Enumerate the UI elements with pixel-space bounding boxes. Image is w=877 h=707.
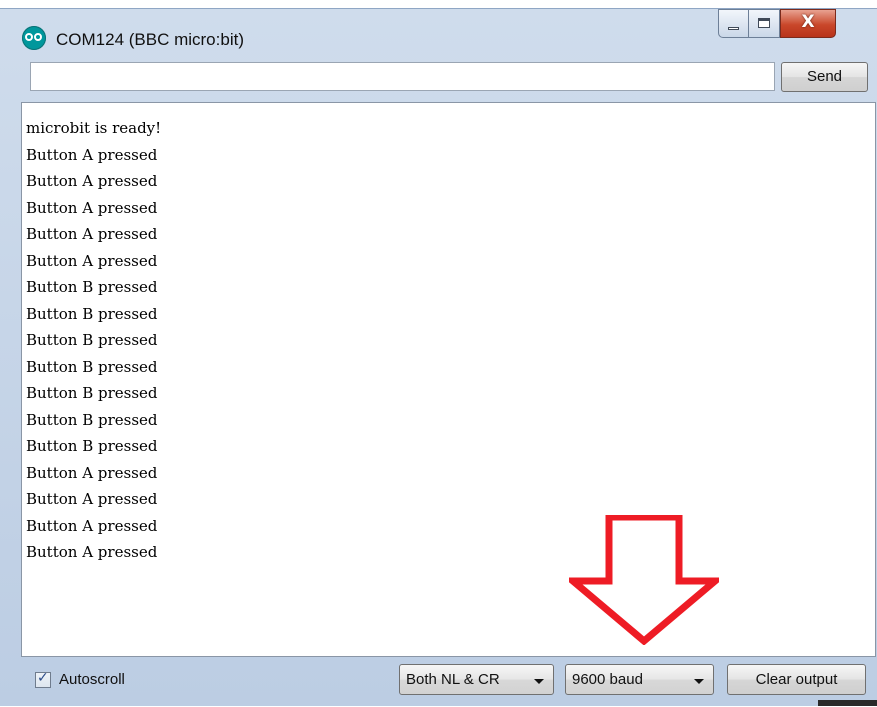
output-line: Button A pressed (26, 516, 158, 535)
close-button[interactable]: X (780, 9, 836, 38)
arduino-icon (22, 26, 46, 50)
minimize-icon (728, 27, 739, 30)
maximize-icon (758, 18, 770, 28)
output-line: Button B pressed (26, 304, 158, 323)
close-icon: X (801, 12, 815, 32)
send-input[interactable] (30, 62, 775, 91)
window-shadow (818, 700, 877, 706)
clear-output-button[interactable]: Clear output (727, 664, 866, 695)
output-line: Button B pressed (26, 331, 158, 349)
output-line: Button A pressed (26, 251, 158, 270)
window-title: COM124 (BBC micro:bit) (56, 30, 244, 49)
output-line: Button A pressed (26, 463, 158, 482)
red-down-arrow-icon (569, 515, 719, 645)
baud-rate-value: 9600 baud (572, 671, 643, 688)
output-line: Button A pressed (26, 490, 158, 508)
line-ending-select[interactable]: Both NL & CR (399, 664, 554, 695)
output-line: Button A pressed (26, 543, 158, 561)
bottom-bar: ✓ Autoscroll Both NL & CR 9600 baud Clea… (21, 657, 877, 707)
output-line: Button B pressed (26, 437, 158, 455)
minimize-button[interactable] (718, 9, 749, 38)
serial-output[interactable]: microbit is ready! Button A pressed Button… (21, 102, 876, 657)
output-line: microbit is ready! (26, 119, 162, 137)
output-line: Button A pressed (26, 198, 158, 217)
send-button[interactable]: Send (781, 62, 868, 92)
autoscroll-label: Autoscroll (59, 671, 125, 688)
output-line: Button A pressed (26, 225, 158, 243)
line-ending-value: Both NL & CR (406, 671, 500, 688)
output-line: Button B pressed (26, 357, 158, 376)
autoscroll-checkbox[interactable]: ✓ (35, 670, 51, 688)
maximize-button[interactable] (749, 9, 780, 38)
title-bar[interactable]: COM124 (BBC micro:bit) X (0, 9, 877, 55)
chevron-down-icon (694, 679, 704, 684)
output-line: Button B pressed (26, 410, 158, 429)
checkmark-icon: ✓ (37, 670, 49, 686)
output-line: Button B pressed (26, 384, 158, 402)
output-line: Button B pressed (26, 278, 158, 296)
output-line: Button A pressed (26, 172, 158, 190)
serial-monitor-window: COM124 (BBC micro:bit) X Send microbit i… (0, 8, 877, 706)
output-line: Button A pressed (26, 145, 158, 164)
chevron-down-icon (534, 679, 544, 684)
baud-rate-select[interactable]: 9600 baud (565, 664, 714, 695)
